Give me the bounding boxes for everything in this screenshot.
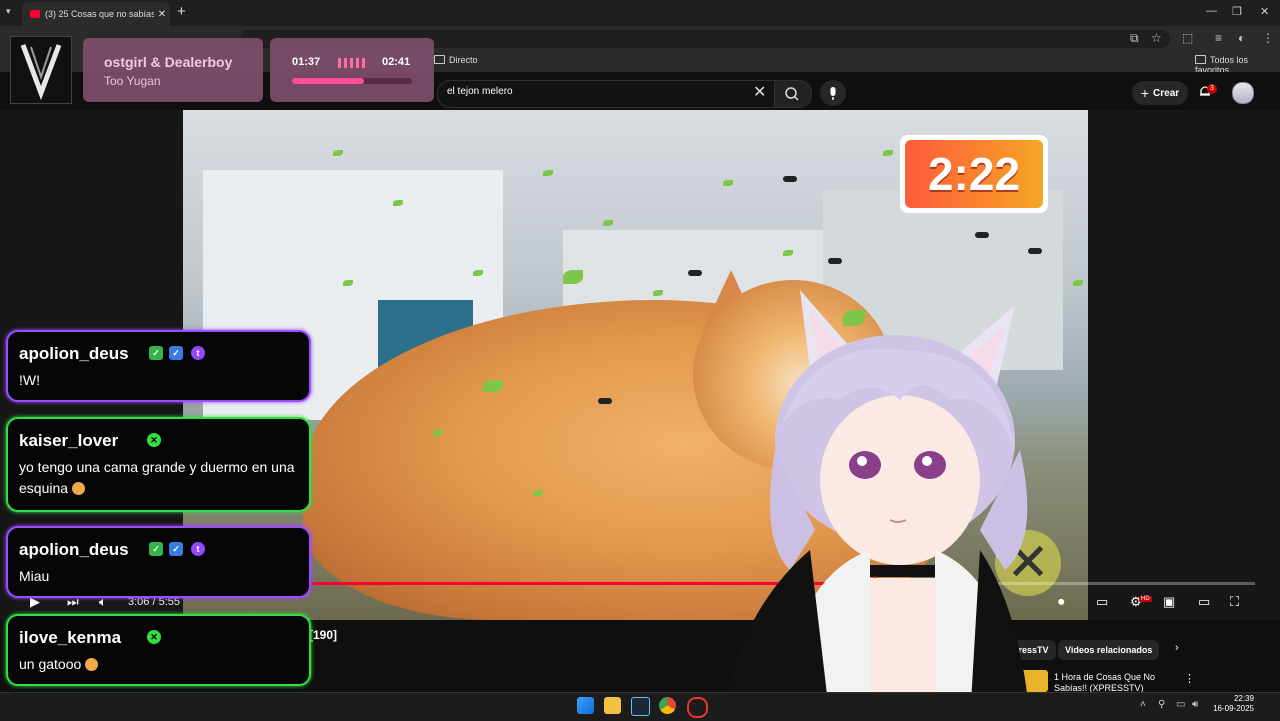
close-tab-icon[interactable]: ✕ <box>154 9 170 20</box>
fullscreen-icon[interactable]: ⛶ <box>1230 594 1239 610</box>
search-icon <box>785 87 799 101</box>
related-video-title[interactable]: 1 Hora de Cosas Que No Sabías!! (XPRESST… <box>1054 672 1164 694</box>
autoplay-toggle[interactable]: ⏺ <box>1058 594 1065 610</box>
voice-search-button[interactable] <box>820 80 846 106</box>
pleading-face-emoji-icon <box>85 658 99 671</box>
close-window-icon[interactable]: ✕ <box>1260 5 1269 18</box>
chat-text: un gatooo <box>19 654 299 675</box>
twitch-icon: t <box>191 346 205 360</box>
browser-tabbar <box>0 0 1280 26</box>
tab-title: (3) 25 Cosas que no sabías en 5 <box>45 9 154 19</box>
chevron-right-icon[interactable]: › <box>1175 642 1179 654</box>
chat-username: kaiser_lover <box>19 431 119 450</box>
now-playing-elapsed: 01:37 <box>292 56 321 68</box>
extensions-icon[interactable]: ⬚ <box>1182 31 1193 45</box>
vip-badge-icon: ✓ <box>169 542 183 556</box>
bookmark-star-icon[interactable]: ☆ <box>1151 31 1162 45</box>
cast-icon[interactable]: ⧉ <box>1130 31 1139 46</box>
profile-icon[interactable]: ◐ <box>1238 31 1245 45</box>
now-playing-total: 02:41 <box>382 56 411 68</box>
tray-chevron-icon[interactable]: ˄ <box>1140 699 1146 710</box>
windows-start-icon[interactable] <box>577 697 594 714</box>
media-icon[interactable]: ≡ <box>1215 31 1222 45</box>
now-playing-time-card <box>270 38 434 102</box>
bookmark-folder-directo[interactable]: Directo <box>434 55 478 65</box>
video-backdrop-right <box>1088 110 1280 620</box>
volume-tray-icon[interactable]: 🔊︎ <box>1192 699 1198 710</box>
minimize-icon[interactable]: — <box>1206 5 1217 17</box>
video-title: [190] <box>309 628 338 642</box>
maximize-icon[interactable]: ❐ <box>1232 5 1242 18</box>
notification-count-badge: 3 <box>1207 84 1217 94</box>
youtube-member-icon: ✕ <box>147 630 161 644</box>
twitch-icon: t <box>191 542 205 556</box>
file-explorer-icon[interactable] <box>604 697 621 714</box>
youtube-favicon-icon <box>30 10 40 18</box>
chat-text: yo tengo una cama grande y duermo en una… <box>19 457 299 499</box>
microphone-icon <box>830 87 836 100</box>
taskbar-clock[interactable]: 22:39 16-09-2025 <box>1210 694 1254 714</box>
chat-username: apolion_deus <box>19 540 129 559</box>
chat-text-value: un gatooo <box>19 656 82 672</box>
tab-active[interactable]: (3) 25 Cosas que no sabías en 5 ✕ <box>22 2 170 26</box>
countdown-timer-value: 2:22 <box>905 140 1043 208</box>
hd-badge: HD <box>1139 596 1152 602</box>
usb-icon[interactable]: ⚲ <box>1158 699 1165 710</box>
pleading-face-emoji-icon <box>71 482 85 495</box>
vip-badge-icon: ✓ <box>169 346 183 360</box>
chat-text-value: yo tengo una cama grande y duermo en una… <box>19 459 295 496</box>
clear-search-icon[interactable]: ✕ <box>753 82 766 102</box>
chip-related[interactable]: Videos relacionados <box>1058 640 1160 660</box>
bookmark-label: Directo <box>449 55 478 65</box>
audio-wave-icon <box>338 58 368 68</box>
miniplayer-icon[interactable]: ▣ <box>1163 594 1175 610</box>
vtuber-avatar <box>720 290 1030 720</box>
app-icon[interactable] <box>687 697 708 718</box>
clock-date: 16-09-2025 <box>1213 704 1254 713</box>
steam-icon[interactable] <box>631 697 650 716</box>
chat-message: apolion_deus ✓ ✓ t !W! <box>6 330 311 402</box>
chat-username: ilove_kenma <box>19 628 122 647</box>
subtitles-icon[interactable]: ▭ <box>1096 594 1108 610</box>
new-tab-button[interactable]: + <box>177 3 186 20</box>
plus-icon: + <box>1140 85 1150 101</box>
chat-text: Miau <box>19 568 50 584</box>
now-playing-artist: Too Yugan <box>104 74 161 88</box>
now-playing-song: ostgirl & Dealerboy <box>104 54 233 70</box>
search-value: el tejon melero <box>447 86 513 97</box>
chat-message: kaiser_lover ✕ yo tengo una cama grande … <box>6 417 311 512</box>
verified-badge-icon: ✓ <box>149 346 163 360</box>
verified-badge-icon: ✓ <box>149 542 163 556</box>
clock-time: 22:39 <box>1233 694 1254 703</box>
tab-search-icon[interactable]: ▾ <box>6 6 11 17</box>
chat-username: apolion_deus <box>19 344 129 363</box>
chat-message: apolion_deus ✓ ✓ t Miau <box>6 526 311 598</box>
now-playing-card <box>83 38 263 102</box>
search-button[interactable] <box>774 80 812 108</box>
folder-icon <box>434 55 445 64</box>
chat-text: !W! <box>19 372 40 388</box>
network-icon[interactable]: ▭ <box>1176 699 1185 710</box>
now-playing-progress-fill <box>292 78 364 84</box>
more-options-icon[interactable]: ⋮ <box>1184 672 1195 685</box>
chrome-icon[interactable] <box>659 697 676 714</box>
youtube-member-icon: ✕ <box>147 433 161 447</box>
folder-icon <box>1195 55 1206 64</box>
theater-mode-icon[interactable]: ▭ <box>1198 594 1210 610</box>
chat-message: ilove_kenma ✕ un gatooo <box>6 614 311 686</box>
menu-icon[interactable]: ⋮ <box>1262 31 1274 45</box>
create-label: Crear <box>1153 87 1180 99</box>
account-avatar[interactable] <box>1232 82 1254 104</box>
create-button[interactable]: + Crear <box>1132 81 1188 105</box>
music-logo <box>10 36 72 104</box>
